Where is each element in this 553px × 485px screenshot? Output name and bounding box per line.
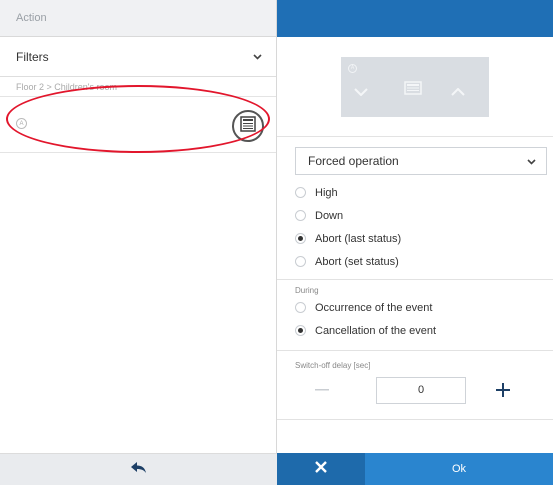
left-panel: Action Filters Floor 2 > Children's room…: [0, 0, 277, 485]
plus-icon: [496, 383, 510, 397]
close-icon: [315, 460, 327, 478]
chevron-down-icon: [252, 52, 262, 62]
filters-dropdown[interactable]: Filters: [0, 37, 276, 77]
option-label: Abort (set status): [315, 255, 399, 268]
arrow-down-icon: [354, 83, 368, 101]
radio-button-selected[interactable]: [295, 233, 306, 244]
mode-option-down[interactable]: Down: [277, 204, 553, 227]
during-option-cancellation[interactable]: Cancellation of the event: [277, 319, 553, 342]
right-panel: A Forced operation High Down Abort (last…: [277, 0, 553, 485]
mode-select-value: Forced operation: [308, 154, 399, 168]
app-root: Action Filters Floor 2 > Children's room…: [0, 0, 553, 485]
preview-badge-icon: A: [348, 63, 357, 73]
channel-badge-icon: A: [16, 118, 27, 129]
option-label: Down: [315, 209, 344, 222]
ok-button[interactable]: Ok: [365, 453, 553, 485]
device-row[interactable]: A: [0, 97, 276, 153]
preview-area: A: [277, 37, 553, 137]
action-footer: Ok: [277, 453, 553, 485]
delay-label: Switch-off delay [sec]: [295, 361, 371, 370]
radio-dot: [298, 236, 303, 241]
shutter-button[interactable]: [232, 110, 264, 142]
stop-icon: [404, 80, 422, 100]
shutter-icon: [240, 115, 256, 137]
minus-icon: [315, 389, 329, 391]
shutter-preview: A: [341, 56, 489, 117]
radio-button[interactable]: [295, 187, 306, 198]
back-button[interactable]: [0, 453, 277, 485]
delay-input[interactable]: 0: [376, 376, 466, 404]
option-label: High: [315, 186, 338, 199]
breadcrumb: Floor 2 > Children's room: [0, 77, 276, 97]
radio-button[interactable]: [295, 302, 306, 313]
left-header: Action: [0, 0, 276, 37]
option-label: Cancellation of the event: [315, 324, 437, 337]
arrow-up-icon: [451, 83, 465, 101]
right-header-bar: [277, 0, 553, 37]
option-label: Abort (last status): [315, 232, 402, 245]
mode-option-abort-last[interactable]: Abort (last status): [277, 227, 553, 250]
mode-option-high[interactable]: High: [277, 181, 553, 204]
radio-dot: [298, 328, 303, 333]
radio-button[interactable]: [295, 210, 306, 221]
chevron-down-icon: [527, 154, 536, 168]
ok-label: Ok: [451, 463, 467, 475]
breadcrumb-text: Floor 2 > Children's room: [16, 81, 118, 92]
minus-button[interactable]: [295, 389, 349, 391]
during-options: Occurrence of the event Cancellation of …: [277, 296, 553, 342]
during-label: During: [295, 286, 319, 295]
mode-options: High Down Abort (last status) Abort (set…: [277, 181, 553, 273]
divider: [277, 419, 553, 420]
delay-stepper: 0: [277, 373, 553, 407]
plus-button[interactable]: [478, 377, 528, 404]
radio-button-selected[interactable]: [295, 325, 306, 336]
option-label: Occurrence of the event: [315, 301, 433, 314]
back-arrow-icon: [130, 461, 147, 479]
radio-button[interactable]: [295, 256, 306, 267]
filters-label: Filters: [16, 49, 49, 64]
left-header-title: Action: [16, 12, 47, 24]
during-option-occurrence[interactable]: Occurrence of the event: [277, 296, 553, 319]
mode-select[interactable]: Forced operation: [295, 147, 547, 175]
cancel-button[interactable]: [277, 453, 365, 485]
mode-option-abort-set[interactable]: Abort (set status): [277, 250, 553, 273]
